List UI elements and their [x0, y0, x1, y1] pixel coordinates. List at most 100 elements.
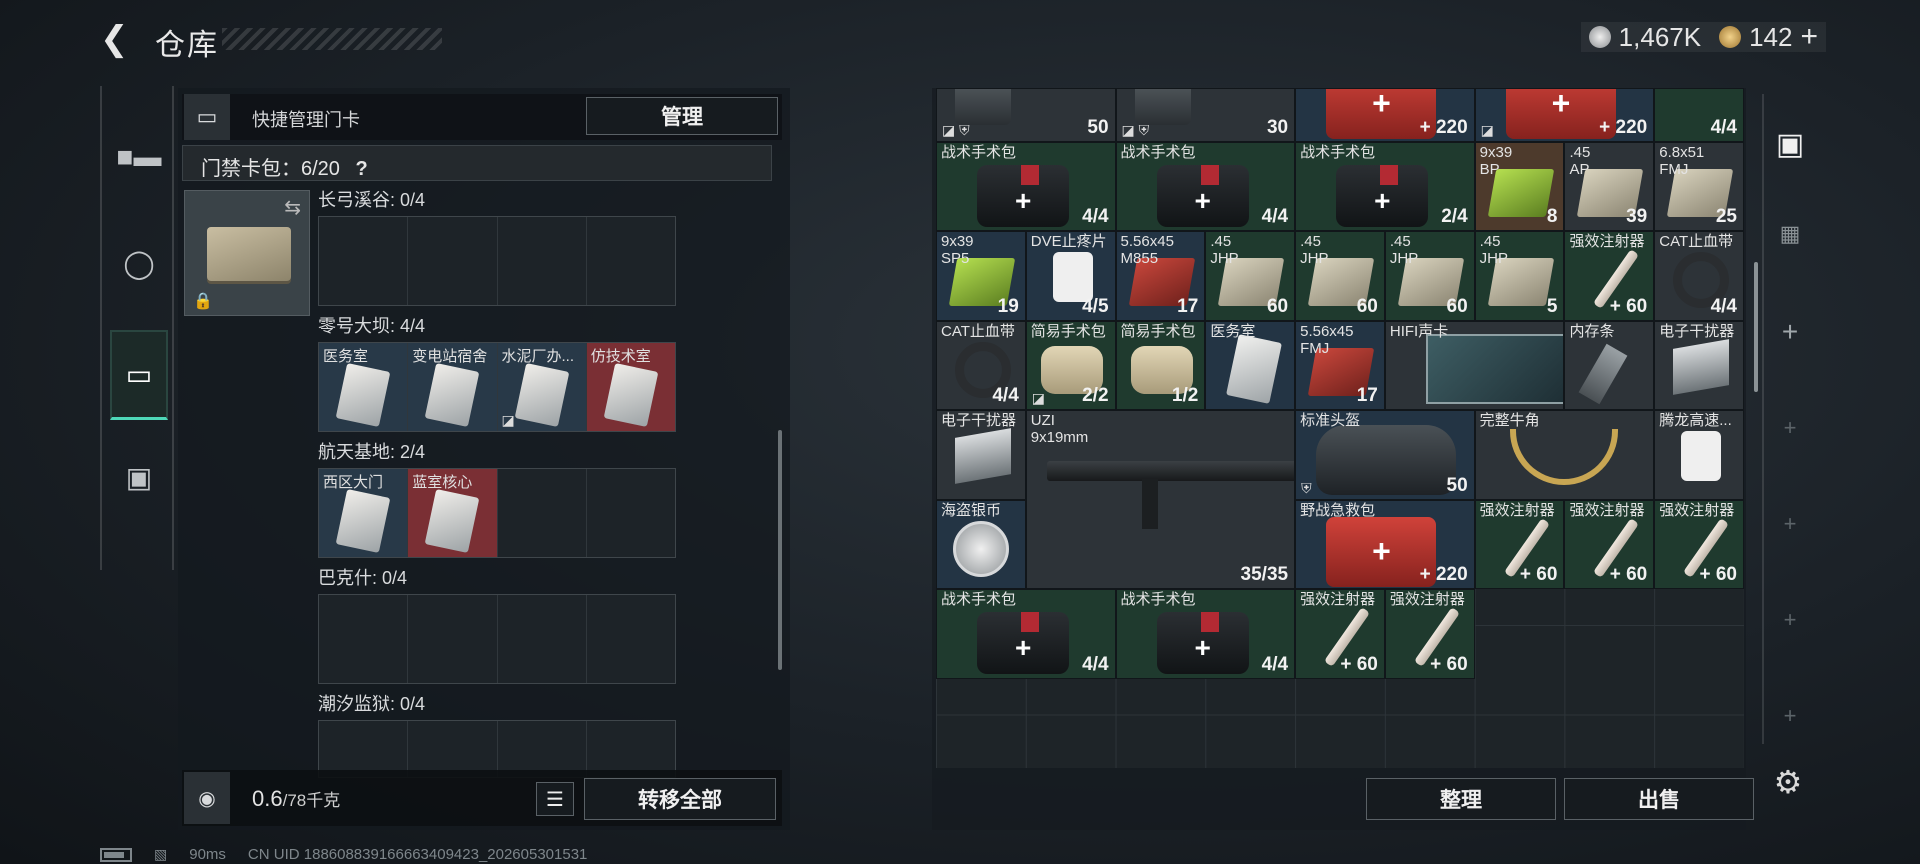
gear-icon[interactable]: ⚙ [1768, 762, 1808, 802]
manage-button[interactable]: 管理 [586, 97, 778, 135]
nav-weapons[interactable]: ■▬ [110, 112, 168, 202]
keycard-slot[interactable]: 蓝室核心 [408, 469, 498, 557]
item-count: + 60 [1519, 564, 1558, 586]
silver-coin-icon [1588, 26, 1611, 48]
item-name: 强效注射器 [1569, 233, 1645, 251]
stash-item[interactable]: 5.56x45 FMJ 17 [1295, 320, 1385, 411]
keycard-slot[interactable]: 医务室 [319, 343, 409, 431]
stash-item[interactable]: DVE止疼片 4/5 [1025, 231, 1116, 321]
keycard-slot-row [318, 216, 676, 306]
stash-item[interactable]: 战术手术包 4/4 [1115, 589, 1296, 679]
keycard-slot[interactable] [497, 217, 587, 305]
keycard-slot[interactable] [586, 469, 675, 557]
stash-item[interactable]: 简易手术包 2/2 ◪ [1025, 320, 1116, 411]
item-status-icon: ◪ ⛨ [942, 121, 970, 138]
transfer-all-button[interactable]: 转移全部 [584, 778, 776, 820]
stash-item[interactable]: 内存条 [1564, 320, 1655, 411]
keycard-slot[interactable]: 西区大门 [319, 469, 409, 557]
nav-backpack[interactable]: ▣ [1764, 114, 1816, 174]
arrange-button[interactable]: 整理 [1366, 778, 1556, 820]
stash-item[interactable]: 5.56x45 M855 17 [1115, 231, 1206, 321]
keycard-slot[interactable] [497, 595, 587, 683]
keycard-slot[interactable]: 变电站宿舍 [408, 343, 498, 431]
stash-item[interactable]: 战术手术包 4/4 [1115, 141, 1296, 232]
add-tab-button[interactable]: + [1764, 504, 1816, 544]
stash-item[interactable]: 海盗银币 [936, 499, 1026, 590]
stash-item[interactable]: 简易手术包 1/2 [1115, 320, 1206, 411]
stash-item[interactable]: 腾龙高速... [1654, 410, 1744, 500]
keycard-slot[interactable] [319, 217, 409, 305]
stash-item[interactable]: .45 AP 39 [1564, 141, 1655, 232]
stash-item[interactable]: 强效注射器 + 60 [1384, 589, 1475, 679]
keycard-slot[interactable]: 仿技术室 [586, 343, 675, 431]
stash-item[interactable]: CAT止血带 4/4 [1654, 231, 1744, 321]
stash-item[interactable]: .45 JHP 60 [1384, 231, 1475, 321]
stash-item[interactable]: 战术手术包 2/4 [1295, 141, 1475, 232]
stash-scrollbar[interactable] [1754, 262, 1758, 392]
keycard-slot[interactable] [408, 595, 498, 683]
stash-item[interactable]: 9x39 BP 8 [1474, 141, 1565, 232]
stash-icon: ▦ [1779, 221, 1801, 246]
stash-item[interactable]: CAT止血带 4/4 [936, 320, 1026, 411]
stash-item[interactable]: 4/4 [1654, 88, 1744, 142]
stash-item[interactable]: 战术手术包 4/4 [936, 589, 1116, 679]
stash-item[interactable]: 战术手术包 4/4 [936, 141, 1116, 232]
keycard-slot[interactable] [408, 217, 498, 305]
item-name: .45 JHP [1300, 233, 1329, 268]
item-count: 17 [1177, 295, 1199, 317]
back-button[interactable]: ❮ [100, 22, 136, 58]
stash-item[interactable]: 电子干扰器 [936, 410, 1026, 500]
item-count: 25 [1715, 206, 1737, 228]
stash-item[interactable]: 强效注射器 + 60 [1654, 499, 1744, 590]
keycard-slot[interactable] [497, 721, 587, 777]
stash-item[interactable]: 强效注射器 + 60 [1564, 499, 1655, 590]
nav-keycards[interactable]: ▭ [110, 330, 168, 420]
keycard-slot[interactable] [319, 721, 409, 777]
item-name: HIFI声卡 [1389, 322, 1449, 340]
stash-item[interactable]: .45 JHP 60 [1295, 231, 1385, 321]
keycard-slot[interactable]: 水泥厂办... ◪ [497, 343, 587, 431]
nav-stash[interactable]: ▦ [1764, 209, 1816, 259]
stash-item[interactable]: 强效注射器 + 60 [1564, 231, 1655, 321]
stash-item[interactable]: 强效注射器 + 60 [1295, 589, 1385, 679]
nav-armor[interactable]: ◯ [110, 218, 168, 308]
stash-item[interactable]: 30 ◪ ⛨ [1115, 88, 1296, 142]
keycard-slot[interactable] [497, 469, 587, 557]
nav-tools[interactable]: ▣ [110, 432, 168, 522]
stash-item[interactable]: + 220 ◪ [1474, 88, 1655, 142]
stash-item[interactable]: 医务室 [1205, 320, 1296, 411]
keycard-slot[interactable] [586, 595, 675, 683]
stash-item[interactable]: 标准头盔 50 ⛨ [1295, 410, 1475, 500]
keycard-slot[interactable] [586, 721, 675, 777]
stash-item[interactable]: .45 JHP 60 [1205, 231, 1296, 321]
keycard-case-thumbnail[interactable]: ⇆ 🔒 [184, 190, 310, 316]
stash-item[interactable]: 完整牛角 [1474, 410, 1655, 500]
stash-item[interactable]: 50 ◪ ⛨ [936, 88, 1116, 142]
stash-item[interactable]: HIFI声卡 [1384, 320, 1565, 411]
keycard-slot[interactable] [319, 595, 409, 683]
keycard-scrollbar[interactable] [778, 430, 782, 670]
add-tab-button[interactable]: + [1764, 312, 1816, 352]
stash-item[interactable]: + 220 [1295, 88, 1475, 142]
add-tab-button[interactable]: + [1764, 408, 1816, 448]
stash-item[interactable]: 9x39 SP5 19 [936, 231, 1026, 321]
stash-item[interactable]: 强效注射器 + 60 [1474, 499, 1565, 590]
add-tab-button[interactable]: + [1764, 696, 1816, 736]
help-icon[interactable]: ? [356, 158, 368, 180]
keycard-slot[interactable] [408, 721, 498, 777]
add-currency-button[interactable]: + [1800, 20, 1818, 54]
item-name: 9x39 SP5 [941, 233, 974, 268]
list-view-button[interactable]: ☰ [536, 782, 574, 816]
stash-item[interactable]: 野战急救包 + 220 [1295, 499, 1475, 590]
item-image [1316, 425, 1457, 496]
stash-item[interactable]: 电子干扰器 [1654, 320, 1744, 411]
add-tab-button[interactable]: + [1764, 600, 1816, 640]
item-count: 50 [1087, 116, 1109, 138]
stash-item[interactable]: .45 JHP 5 [1474, 231, 1565, 321]
stash-item[interactable]: 6.8x51 FMJ 25 [1654, 141, 1744, 232]
swap-icon[interactable]: ⇆ [284, 195, 301, 220]
keycard-slot[interactable] [586, 217, 675, 305]
sell-button[interactable]: 出售 [1564, 778, 1754, 820]
item-name: 战术手术包 [1120, 591, 1196, 609]
stash-item[interactable]: UZI 9x19mm 35/35 [1025, 410, 1296, 590]
